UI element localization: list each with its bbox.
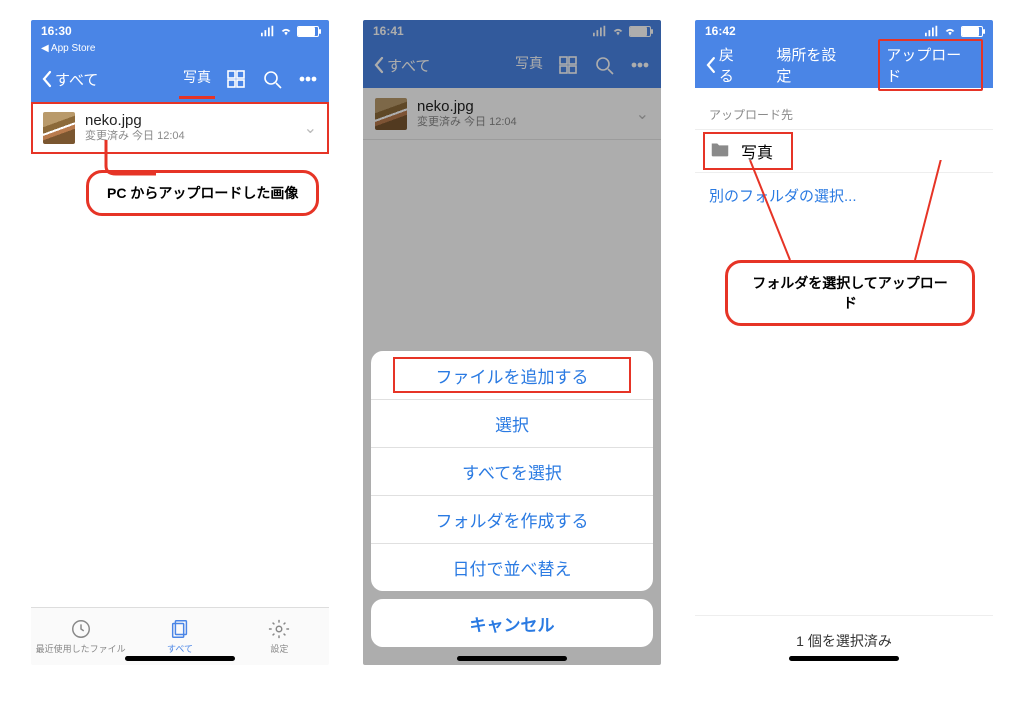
chevron-left-icon: [41, 70, 53, 88]
gear-icon: [268, 618, 290, 640]
option-create-folder[interactable]: フォルダを作成する: [371, 495, 653, 543]
nav-bar: すべて 写真: [31, 56, 329, 102]
option-select[interactable]: 選択: [371, 399, 653, 447]
home-indicator[interactable]: [457, 656, 567, 661]
home-indicator[interactable]: [125, 656, 235, 661]
status-icons: [925, 25, 983, 37]
grid-view-icon[interactable]: [225, 68, 247, 90]
nav-bar: 戻る 場所を設定 アップロード: [695, 42, 993, 88]
battery-icon: [297, 26, 319, 37]
clock-icon: [70, 618, 92, 640]
file-name: neko.jpg: [85, 112, 185, 130]
more-icon[interactable]: [297, 68, 319, 90]
file-thumbnail: [43, 112, 75, 144]
folder-icon: [709, 138, 731, 165]
callout-1-pointer: [102, 140, 162, 180]
callout-2-pointer: [735, 160, 995, 270]
nav-back-label: すべて: [55, 69, 98, 90]
signal-icon: [261, 25, 275, 37]
status-bar: 16:30: [31, 20, 329, 42]
section-label-upload-to: アップロード先: [695, 88, 993, 129]
screen-2: 16:41 すべて 写真 neko.jpg 変更済み 今日 12:04: [363, 20, 661, 665]
status-time: 16:42: [705, 24, 736, 38]
tutorial-stage: 16:30 ◀ App Store すべて 写真 neko.jpg 変更済み 今: [0, 0, 1024, 707]
cancel-button[interactable]: キャンセル: [371, 599, 653, 647]
nav-segment-photos[interactable]: 写真: [183, 67, 211, 91]
wifi-icon: [943, 25, 957, 37]
option-sort-date[interactable]: 日付で並べ替え: [371, 543, 653, 591]
chevron-down-icon[interactable]: ⌄: [304, 118, 317, 138]
nav-back-button[interactable]: すべて: [41, 69, 98, 90]
battery-icon: [961, 26, 983, 37]
action-sheet-options: ファイルを追加する 選択 すべてを選択 フォルダを作成する 日付で並べ替え: [371, 351, 653, 591]
files-icon: [169, 618, 191, 640]
wifi-icon: [279, 25, 293, 37]
back-to-app[interactable]: ◀ App Store: [31, 42, 329, 56]
status-icons: [261, 25, 319, 37]
tab-settings[interactable]: 設定: [230, 608, 329, 665]
nav-title: 場所を設定: [776, 44, 850, 86]
search-icon[interactable]: [261, 68, 283, 90]
screen-1: 16:30 ◀ App Store すべて 写真 neko.jpg 変更済み 今: [31, 20, 329, 665]
action-sheet: ファイルを追加する 選択 すべてを選択 フォルダを作成する 日付で並べ替え キャ…: [371, 351, 653, 655]
screen-3: 16:42 戻る 場所を設定 アップロード アップロード先 写真 別のフォルダの…: [695, 20, 993, 665]
nav-back-button[interactable]: 戻る: [705, 44, 748, 86]
action-sheet-cancel: キャンセル: [371, 599, 653, 647]
tab-recent[interactable]: 最近使用したファイル: [31, 608, 130, 665]
file-row[interactable]: neko.jpg 変更済み 今日 12:04 ⌄: [31, 102, 329, 154]
home-indicator[interactable]: [789, 656, 899, 661]
status-time: 16:30: [41, 24, 72, 38]
option-add-file[interactable]: ファイルを追加する: [371, 351, 653, 399]
upload-button[interactable]: アップロード: [878, 39, 983, 91]
signal-icon: [925, 25, 939, 37]
chevron-left-icon: [705, 56, 717, 74]
option-select-all[interactable]: すべてを選択: [371, 447, 653, 495]
